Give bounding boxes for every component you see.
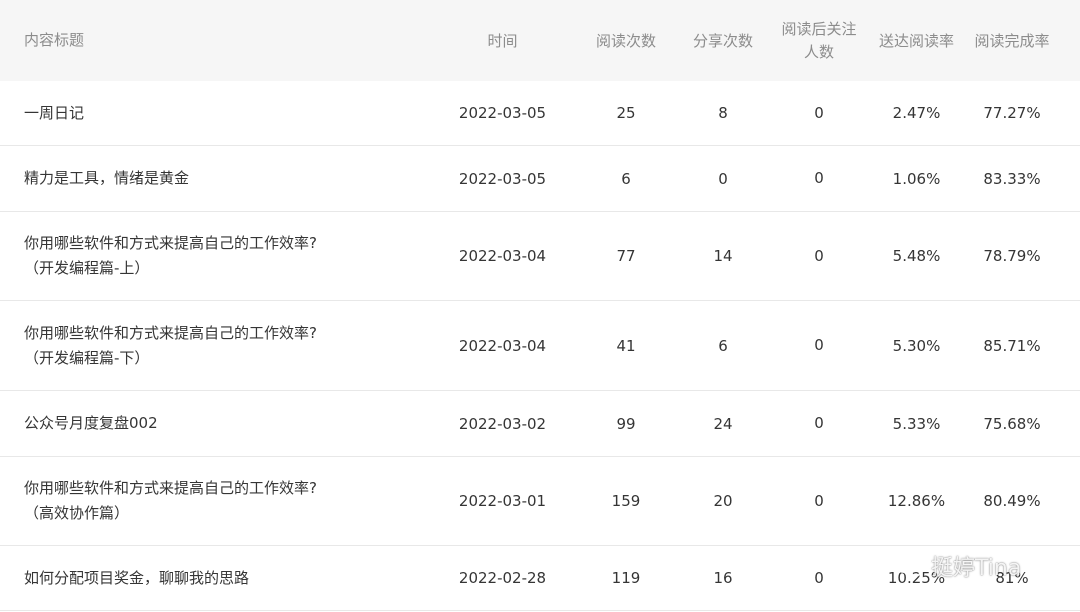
row-reach-rate: 5.30% (892, 336, 941, 355)
row-date: 2022-03-02 (458, 414, 547, 433)
row-completion-rate: 75.68% (983, 414, 1041, 433)
row-date: 2022-03-05 (458, 104, 547, 122)
row-shares: 20 (713, 492, 733, 510)
header-date: 时间 (487, 32, 518, 50)
row-shares: 24 (713, 414, 733, 433)
table-header: 内容标题 时间 阅读次数 分享次数 阅读后关注人数 送达阅读率 阅读完成率 (0, 0, 1080, 81)
row-shares: 6 (718, 336, 728, 355)
table-row[interactable]: 你用哪些软件和方式来提高自己的工作效率?（开发编程篇-上） 2022-03-04… (0, 212, 1080, 301)
row-reach-rate: 2.47% (892, 104, 941, 122)
row-completion-rate: 81% (995, 569, 1029, 587)
table-row[interactable]: 一周日记 2022-03-05 25 8 0 2.47% 77.27% (0, 81, 1080, 146)
row-completion-rate: 80.49% (983, 492, 1041, 510)
row-shares: 16 (713, 569, 733, 587)
row-reach-rate: 5.33% (892, 414, 941, 433)
row-reads: 119 (611, 569, 641, 587)
row-date: 2022-03-01 (458, 492, 547, 510)
row-reach-rate: 5.48% (892, 247, 941, 265)
row-title[interactable]: 一周日记 (0, 101, 430, 126)
row-shares: 14 (713, 247, 733, 265)
row-reach-rate: 1.06% (892, 169, 941, 188)
row-completion-rate: 83.33% (983, 169, 1041, 188)
row-shares: 0 (718, 169, 728, 188)
row-reads: 6 (621, 169, 631, 188)
table-row[interactable]: 你用哪些软件和方式来提高自己的工作效率?（开发编程篇-下） 2022-03-04… (0, 301, 1080, 391)
row-date: 2022-03-04 (458, 336, 547, 355)
row-reads: 25 (616, 104, 636, 122)
header-completion-rate: 阅读完成率 (974, 32, 1050, 50)
row-reads: 77 (616, 247, 636, 265)
row-reads: 41 (616, 336, 636, 355)
header-shares: 分享次数 (692, 32, 753, 50)
row-shares: 8 (718, 104, 728, 122)
row-reads: 159 (611, 492, 641, 510)
header-follows: 阅读后关注人数 (769, 18, 869, 64)
header-title: 内容标题 (24, 31, 85, 49)
row-completion-rate: 78.79% (983, 247, 1041, 265)
header-reads: 阅读次数 (595, 32, 656, 50)
row-follows: 0 (814, 414, 824, 432)
header-follows-label: 阅读后关注人数 (781, 19, 857, 61)
row-title[interactable]: 公众号月度复盘002 (0, 411, 430, 436)
row-follows: 0 (814, 103, 824, 122)
row-reads: 99 (616, 414, 636, 433)
row-date: 2022-03-05 (458, 169, 547, 188)
row-follows: 0 (814, 336, 824, 354)
row-title[interactable]: 精力是工具，情绪是黄金 (0, 166, 430, 191)
row-reach-rate: 12.86% (887, 492, 946, 510)
table-row[interactable]: 你用哪些软件和方式来提高自己的工作效率?（高效协作篇） 2022-03-01 1… (0, 457, 1080, 546)
row-follows: 0 (814, 568, 824, 587)
row-date: 2022-03-04 (458, 247, 547, 265)
row-follows: 0 (814, 169, 824, 187)
row-completion-rate: 77.27% (983, 104, 1041, 122)
row-date: 2022-02-28 (458, 569, 547, 587)
row-reach-rate: 10.25% (887, 569, 946, 587)
row-title[interactable]: 你用哪些软件和方式来提高自己的工作效率?（高效协作篇） (0, 476, 330, 526)
row-title[interactable]: 如何分配项目奖金，聊聊我的思路 (0, 566, 430, 591)
row-follows: 0 (814, 246, 824, 265)
table-row[interactable]: 公众号月度复盘002 2022-03-02 99 24 0 5.33% 75.6… (0, 391, 1080, 457)
article-stats-table: 内容标题 时间 阅读次数 分享次数 阅读后关注人数 送达阅读率 阅读完成率 一周… (0, 0, 1080, 611)
row-follows: 0 (814, 491, 824, 510)
table-row[interactable]: 精力是工具，情绪是黄金 2022-03-05 6 0 0 1.06% 83.33… (0, 146, 1080, 212)
table-row[interactable]: 如何分配项目奖金，聊聊我的思路 2022-02-28 119 16 0 10.2… (0, 546, 1080, 611)
row-title[interactable]: 你用哪些软件和方式来提高自己的工作效率?（开发编程篇-上） (0, 231, 330, 281)
header-reach-rate: 送达阅读率 (878, 32, 954, 50)
row-title[interactable]: 你用哪些软件和方式来提高自己的工作效率?（开发编程篇-下） (0, 321, 330, 371)
row-completion-rate: 85.71% (983, 336, 1041, 355)
